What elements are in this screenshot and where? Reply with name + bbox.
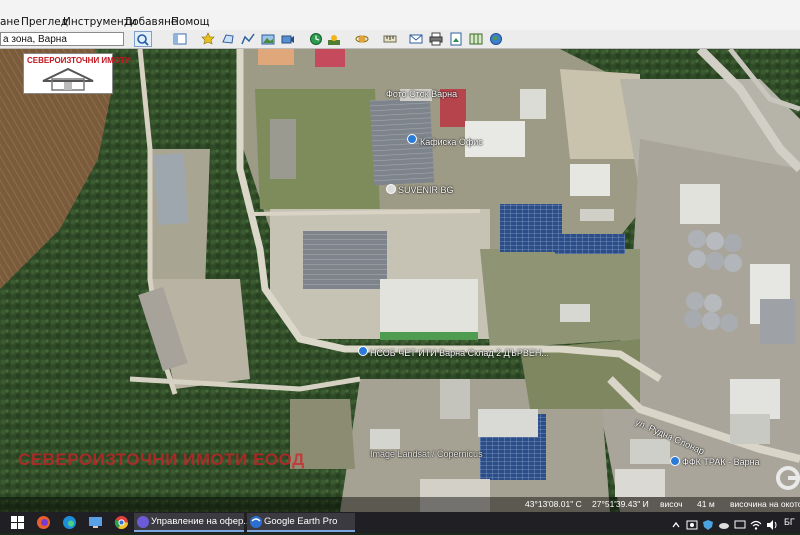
taskbar-item-label: Управление на офер...: [151, 516, 252, 527]
map-label-ffk-trak[interactable]: ФФК ТРАК - Варна: [682, 457, 760, 467]
menu-help[interactable]: Помощ: [171, 16, 210, 28]
tray-chevron-icon[interactable]: [670, 516, 682, 528]
tray-shield-icon[interactable]: [702, 516, 714, 530]
company-logo: СЕВЕРОИЗТОЧНИ ИМОТИ: [23, 53, 131, 94]
google-g-icon: [776, 466, 800, 490]
menu-file[interactable]: ане: [0, 16, 20, 28]
status-bar: 43°13'08.01" С 27°51'39.43" И височ 41 м…: [0, 497, 800, 512]
ruler-button[interactable]: [382, 31, 399, 47]
watermark-text: СЕВЕРОИЗТОЧНИ ИМОТИ ЕООД: [18, 450, 305, 469]
imagery-attribution: Image Landsat / Copernicus: [370, 449, 483, 459]
logo-text: СЕВЕРОИЗТОЧНИ ИМОТИ: [27, 56, 131, 65]
path-button[interactable]: [240, 31, 257, 47]
history-button[interactable]: [308, 31, 325, 47]
email-button[interactable]: [408, 31, 425, 47]
monitor-icon: [89, 517, 102, 528]
sidebar-toggle-button[interactable]: [172, 31, 189, 47]
map-icon: [469, 33, 483, 45]
chrome-taskbar-button[interactable]: [114, 515, 129, 530]
app-icon: [137, 516, 149, 528]
start-button[interactable]: [10, 515, 25, 530]
elevation-label: височ: [660, 499, 683, 509]
search-button[interactable]: [134, 31, 152, 47]
menu-add[interactable]: Добавяне: [124, 16, 177, 28]
tray-cloud-icon[interactable]: [718, 516, 730, 529]
latitude-readout: 43°13'08.01" С: [525, 499, 582, 509]
search-icon: [137, 34, 149, 46]
tray-display-icon[interactable]: [734, 516, 746, 529]
print-button[interactable]: [428, 31, 445, 47]
firefox-taskbar-button[interactable]: [36, 515, 51, 530]
placemark-button[interactable]: [200, 31, 217, 47]
windows-icon: [11, 516, 24, 529]
sunlight-button[interactable]: [326, 31, 343, 47]
firefox-icon: [37, 516, 50, 529]
input-language-indicator[interactable]: БГ: [784, 517, 795, 527]
volume-icon[interactable]: [766, 516, 778, 530]
taskbar-item-google-earth[interactable]: Google Earth Pro: [247, 513, 355, 532]
pushpin-icon: [201, 32, 215, 45]
placemark-pin-icon[interactable]: [358, 346, 368, 356]
clock-icon: [310, 33, 322, 45]
menu-view[interactable]: Преглед: [21, 16, 68, 28]
earth-gallery-button[interactable]: [488, 31, 505, 47]
sidebar-icon: [173, 33, 187, 45]
edge-icon: [63, 516, 76, 529]
google-earth-logo: [770, 464, 800, 492]
eye-altitude-label: височина на окото: [730, 499, 800, 509]
house-icon: [42, 67, 94, 91]
chrome-icon: [114, 516, 128, 529]
wifi-icon[interactable]: [750, 516, 762, 530]
save-image-button[interactable]: [448, 31, 465, 47]
planets-button[interactable]: [354, 31, 371, 47]
elevation-value: 41 м: [697, 499, 715, 509]
globe-icon: [490, 33, 502, 45]
taskbar-item-label: Google Earth Pro: [264, 516, 338, 527]
taskbar-item-offers[interactable]: Управление на офер...: [134, 513, 251, 532]
edge-taskbar-button[interactable]: [62, 515, 77, 530]
taskbar: Управление на офер... Google Earth Pro Б…: [0, 512, 800, 533]
record-tour-icon: [281, 35, 294, 44]
printer-icon: [429, 32, 443, 46]
image-overlay-button[interactable]: [260, 31, 277, 47]
ruler-icon: [383, 35, 397, 43]
placemark-pin-icon[interactable]: [670, 456, 680, 466]
placemark-pin-icon[interactable]: [386, 184, 396, 194]
save-image-icon: [450, 32, 462, 46]
maps-button[interactable]: [468, 31, 485, 47]
path-icon: [241, 33, 255, 45]
planet-icon: [355, 35, 369, 43]
map-view[interactable]: Фото Сток Варна Кафиска Офис SUVENIR BG …: [0, 49, 800, 512]
map-label-kafiska-office[interactable]: Кафиска Офис: [420, 137, 483, 147]
tour-button[interactable]: [280, 31, 297, 47]
search-input[interactable]: а зона, Варна: [0, 32, 124, 46]
placemark-pin-icon[interactable]: [407, 134, 417, 144]
tray-app-icon[interactable]: [686, 516, 698, 530]
toolbar: а зона, Варна: [0, 30, 800, 49]
map-label-warehouse[interactable]: НСОБ ЧЕТ ИТИ Варна Склад 2 ДЪРВЕН...: [370, 348, 549, 358]
google-earth-icon: [250, 516, 262, 528]
polygon-button[interactable]: [220, 31, 237, 47]
sunlight-icon: [328, 35, 340, 45]
menu-bar: ане Преглед Инструменти Добавяне Помощ: [0, 0, 800, 30]
map-label-photo-stock[interactable]: Фото Сток Варна: [386, 89, 457, 99]
image-overlay-icon: [261, 34, 275, 45]
polygon-icon: [222, 34, 234, 44]
longitude-readout: 27°51'39.43" И: [592, 499, 649, 509]
file-explorer-taskbar-button[interactable]: [88, 515, 103, 530]
envelope-icon: [409, 34, 423, 44]
map-label-suvenir[interactable]: SUVENIR BG: [398, 185, 454, 195]
